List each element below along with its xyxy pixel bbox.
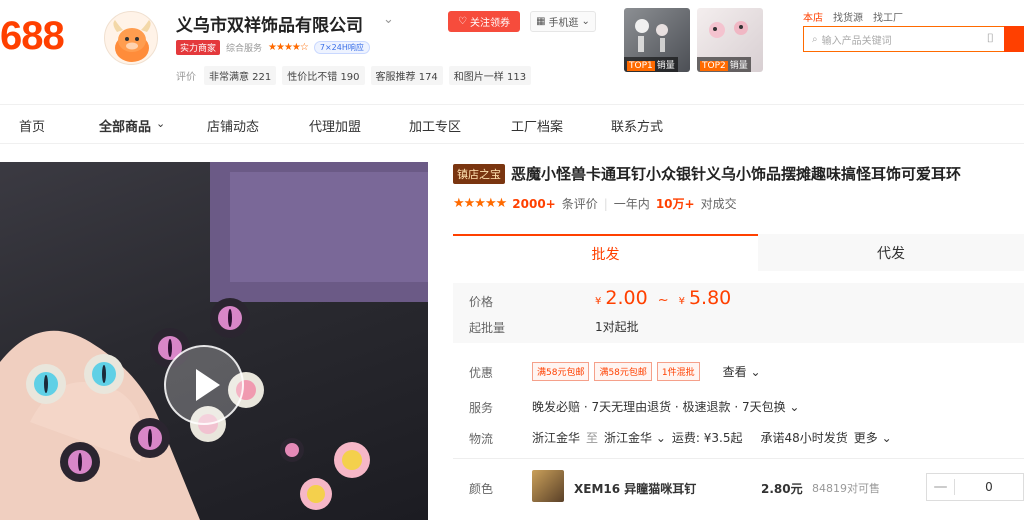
top-rank-tag: TOP2 销量 bbox=[697, 57, 751, 72]
review-unit: 条评价 bbox=[561, 197, 598, 211]
sales-unit: 对成交 bbox=[700, 197, 737, 211]
follow-coupon-button[interactable]: ♡ 关注领券 bbox=[448, 11, 520, 32]
shop-badges: 实力商家 综合服务 ★★★★☆ 7×24H响应 bbox=[176, 40, 370, 55]
search-tab-factory[interactable]: 找工厂 bbox=[873, 9, 903, 24]
sku-thumbnail[interactable] bbox=[532, 470, 564, 502]
search-tab-store[interactable]: 本店 bbox=[803, 9, 823, 24]
nav-all-products[interactable]: 全部商品 bbox=[99, 116, 151, 135]
store-nav: 首页 全部商品 ⌄ 店铺动态 代理加盟 加工专区 工厂档案 联系方式 bbox=[0, 104, 1024, 144]
cow-mascot-icon bbox=[113, 20, 151, 62]
service-stars: ★★★★☆ bbox=[268, 42, 309, 53]
coupon-list: 满58元包邮 满58元包邮 1件混批 查看 ⌄ bbox=[532, 362, 761, 381]
chevron-down-icon[interactable]: ⌄ bbox=[383, 12, 394, 27]
site-logo[interactable]: 688 bbox=[0, 14, 65, 59]
divider bbox=[453, 458, 1024, 459]
quantity-stepper[interactable]: — 0 bbox=[926, 473, 1024, 501]
service-guarantees[interactable]: 晚发必赔 · 7天无理由退货 · 极速退款 · 7天包换 ⌄ bbox=[532, 398, 799, 415]
nav-contact[interactable]: 联系方式 bbox=[611, 116, 663, 135]
divider: | bbox=[603, 196, 608, 211]
review-count[interactable]: 2000+ bbox=[512, 197, 555, 211]
more-logistics-button[interactable]: 更多 ⌄ bbox=[854, 429, 892, 446]
sku-name: XEM16 异瞳猫咪耳钉 bbox=[574, 482, 697, 496]
sales-period: 一年内 bbox=[613, 197, 650, 211]
search-input[interactable]: ⌕ 输入产品关键词 ⌷ bbox=[803, 26, 1024, 52]
shop-name[interactable]: 义乌市双祥饰品有限公司 bbox=[176, 11, 363, 36]
search-tab-source[interactable]: 找货源 bbox=[833, 9, 863, 24]
ship-promise: 承诺48小时发货 bbox=[760, 431, 848, 445]
ship-to[interactable]: 浙江金华 ⌄ bbox=[604, 429, 666, 446]
service-label: 综合服务 bbox=[226, 44, 263, 54]
sku-price: 2.80元 bbox=[761, 482, 803, 496]
store-treasure-badge: 镇店之宝 bbox=[453, 163, 505, 184]
search-scope-tabs: 本店 找货源 找工厂 bbox=[803, 9, 903, 24]
price-box: 价格 ¥ 2.00 ~ ¥ 5.80 起批量 1对起批 bbox=[453, 283, 1024, 343]
nav-store-news[interactable]: 店铺动态 bbox=[207, 116, 259, 135]
price-label: 价格 bbox=[469, 295, 494, 309]
chevron-down-icon: ⌄ bbox=[581, 16, 590, 27]
price-min: 2.00 bbox=[605, 287, 648, 309]
search-button[interactable] bbox=[1004, 26, 1024, 52]
nav-home[interactable]: 首页 bbox=[19, 116, 45, 135]
view-coupons-button[interactable]: 查看 ⌄ bbox=[723, 363, 761, 380]
review-tags: 评价 非常满意 221 性价比不错 190 客服推荐 174 和图片一样 113 bbox=[176, 66, 532, 85]
play-video-button[interactable] bbox=[164, 345, 244, 425]
chevron-down-icon[interactable]: ⌄ bbox=[156, 117, 165, 130]
quantity-value[interactable]: 0 bbox=[955, 480, 1023, 494]
coupon-tag[interactable]: 满58元包邮 bbox=[532, 362, 590, 381]
review-tag[interactable]: 非常满意 221 bbox=[204, 66, 277, 85]
ship-from: 浙江金华 bbox=[532, 431, 581, 445]
nav-processing[interactable]: 加工专区 bbox=[409, 116, 461, 135]
coupon-tag[interactable]: 1件混批 bbox=[656, 362, 700, 381]
nav-agency[interactable]: 代理加盟 bbox=[309, 116, 361, 135]
freight: 运费: ¥3.5起 bbox=[671, 431, 743, 445]
min-order-label: 起批量 bbox=[469, 321, 506, 335]
power-merchant-badge: 实力商家 bbox=[176, 40, 221, 55]
top-product-thumb[interactable]: TOP2 销量 bbox=[697, 8, 763, 72]
service-label: 服务 bbox=[469, 401, 494, 415]
follow-label: 关注领券 bbox=[469, 18, 510, 29]
rating-stars: ★★★★★ bbox=[453, 196, 507, 211]
search-icon: ⌕ bbox=[812, 33, 818, 45]
camera-icon[interactable]: ⌷ bbox=[987, 31, 994, 46]
grid-icon: ▦ bbox=[536, 16, 546, 27]
product-main-image[interactable] bbox=[0, 162, 428, 520]
review-label: 评价 bbox=[176, 72, 196, 83]
mobile-label: 手机逛 bbox=[548, 18, 579, 29]
price-max: 5.80 bbox=[688, 287, 732, 309]
rating-row: ★★★★★ 2000+ 条评价 | 一年内 10万+ 对成交 bbox=[453, 195, 737, 212]
search-placeholder: 输入产品关键词 bbox=[821, 35, 892, 47]
price-range: ¥ 2.00 ~ ¥ 5.80 bbox=[595, 287, 732, 309]
logistics-label: 物流 bbox=[469, 432, 494, 446]
shop-avatar[interactable] bbox=[104, 11, 158, 65]
tab-wholesale[interactable]: 批发 bbox=[453, 234, 758, 271]
response-24h-badge: 7×24H响应 bbox=[313, 41, 370, 54]
product-title-row: 镇店之宝 恶魔小怪兽卡通耳钉小众银针义乌小饰品摆摊趣味搞怪耳饰可爱耳环 bbox=[453, 163, 1024, 184]
logistics-info: 浙江金华 至 浙江金华 ⌄ 运费: ¥3.5起 承诺48小时发货 更多 ⌄ bbox=[532, 429, 892, 446]
color-label: 颜色 bbox=[469, 482, 494, 496]
top-product-thumb[interactable]: TOP1 销量 bbox=[624, 8, 690, 72]
review-tag[interactable]: 客服推荐 174 bbox=[370, 66, 443, 85]
sku-stock: 84819对可售 bbox=[812, 482, 880, 495]
review-tag[interactable]: 和图片一样 113 bbox=[448, 66, 532, 85]
coupon-tag[interactable]: 满58元包邮 bbox=[594, 362, 652, 381]
nav-factory-profile[interactable]: 工厂档案 bbox=[511, 116, 563, 135]
mobile-browse-button[interactable]: ▦ 手机逛 ⌄ bbox=[530, 11, 596, 32]
product-photo bbox=[0, 162, 428, 520]
review-tag[interactable]: 性价比不错 190 bbox=[282, 66, 365, 85]
play-icon bbox=[196, 369, 220, 401]
top-rank-tag: TOP1 销量 bbox=[624, 57, 678, 72]
sales-count: 10万+ bbox=[655, 197, 695, 211]
purchase-mode-tabs: 批发 代发 bbox=[453, 234, 1024, 271]
product-title: 恶魔小怪兽卡通耳钉小众银针义乌小饰品摆摊趣味搞怪耳饰可爱耳环 bbox=[511, 165, 962, 183]
heart-icon: ♡ bbox=[458, 16, 467, 27]
discount-label: 优惠 bbox=[469, 366, 494, 380]
min-order-value: 1对起批 bbox=[595, 320, 639, 334]
decrease-button[interactable]: — bbox=[927, 479, 955, 495]
tab-dropship[interactable]: 代发 bbox=[758, 234, 1024, 271]
